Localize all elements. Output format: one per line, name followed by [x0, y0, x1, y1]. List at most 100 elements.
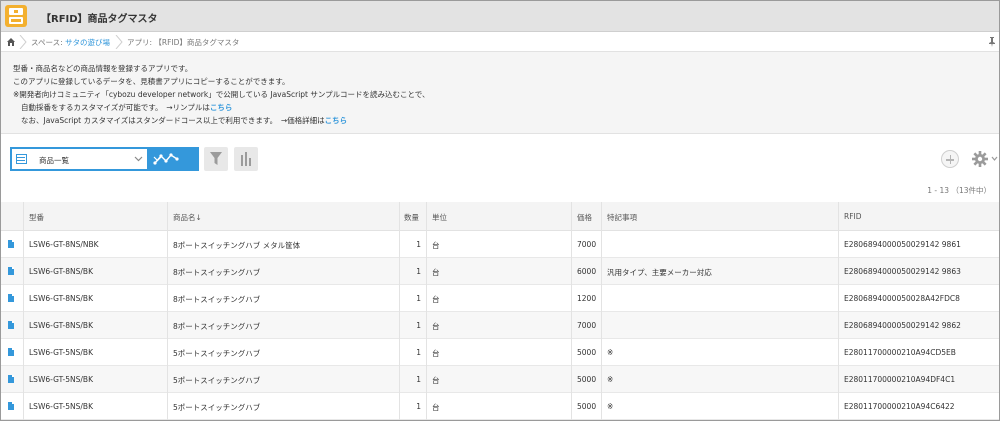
- column-header-price[interactable]: 価格: [577, 212, 592, 223]
- cell-name: 5ポートスイッチングハブ: [173, 403, 261, 412]
- cell-rfid: E28011700000210A94DF4C1: [844, 375, 956, 384]
- cell-name: 8ポートスイッチングハブ: [173, 322, 261, 331]
- record-detail-icon[interactable]: [8, 294, 14, 302]
- funnel-icon: [210, 152, 222, 165]
- settings-button[interactable]: [971, 150, 999, 168]
- cell-unit: 台: [432, 241, 440, 250]
- cell-unit: 台: [432, 295, 440, 304]
- list-icon: [16, 154, 27, 164]
- cell-price: 7000: [577, 321, 597, 330]
- filter-button[interactable]: [204, 147, 228, 171]
- column-header-model[interactable]: 型番: [29, 212, 44, 223]
- table-row[interactable]: LSW6-GT-8NS/BK 8ポートスイッチングハブ 1 台 6000 汎用タイプ、主要…: [1, 258, 999, 285]
- cell-unit: 台: [432, 349, 440, 358]
- cell-model: LSW6-GT-5NS/BK: [29, 375, 93, 384]
- app-window: 【RFID】商品タグマスタ スペース: サタの遊び場 アプリ: 【RFID】商品…: [0, 0, 1000, 421]
- view-selector-label: 商品一覧: [39, 156, 69, 165]
- cell-name: 8ポートスイッチングハブ: [173, 268, 261, 277]
- cell-qty: 1: [416, 267, 421, 276]
- cell-price: 5000: [577, 375, 597, 384]
- breadcrumb-separator-icon: [19, 35, 27, 49]
- cell-name: 5ポートスイッチングハブ: [173, 349, 261, 358]
- cell-model: LSW6-GT-8NS/BK: [29, 267, 93, 276]
- column-header-unit[interactable]: 単位: [432, 212, 447, 223]
- app-title: 【RFID】商品タグマスタ: [41, 14, 158, 25]
- description-text: 自動採番をするカスタマイズが可能です。 →リンプルは: [21, 103, 210, 112]
- gear-icon: [972, 151, 998, 167]
- cell-unit: 台: [432, 403, 440, 412]
- record-detail-icon[interactable]: [8, 321, 14, 329]
- cell-rfid: E2806894000050029142 9863: [844, 267, 961, 276]
- record-detail-icon[interactable]: [8, 375, 14, 383]
- cell-name: 8ポートスイッチングハブ メタル筐体: [173, 241, 301, 250]
- record-count: 1 - 13 （13件中）: [927, 186, 991, 195]
- table-row[interactable]: LSW6-GT-5NS/BK 5ポートスイッチングハブ 1 台 5000 ※ E280117…: [1, 366, 999, 393]
- pricing-link[interactable]: こちら: [325, 116, 348, 125]
- description-line: このアプリに登録しているデータを、見積書アプリにコピーすることができます。: [13, 77, 290, 86]
- record-detail-icon[interactable]: [8, 402, 14, 410]
- record-detail-icon[interactable]: [8, 240, 14, 248]
- description-line: ※開発者向けコミュニティ「cybozu developer network」で公…: [13, 90, 430, 99]
- table-header: 型番 商品名↓ 数量 単位 価格 特記事項 RFID: [1, 202, 999, 231]
- column-header-name[interactable]: 商品名↓: [173, 212, 202, 223]
- cell-rfid: E28011700000210A94CD5EB: [844, 348, 956, 357]
- chart-button[interactable]: [234, 147, 258, 171]
- breadcrumb-space-link[interactable]: サタの遊び場: [65, 38, 110, 47]
- cell-price: 7000: [577, 240, 597, 249]
- cell-qty: 1: [416, 294, 421, 303]
- breadcrumb: スペース: サタの遊び場 アプリ: 【RFID】商品タグマスタ: [1, 32, 999, 52]
- cell-rfid: E2806894000050029142 9862: [844, 321, 961, 330]
- cell-model: LSW6-GT-5NS/BK: [29, 402, 93, 411]
- cell-model: LSW6-GT-8NS/NBK: [29, 240, 99, 249]
- table-row[interactable]: LSW6-GT-5NS/BK 5ポートスイッチングハブ 1 台 5000 ※ E280117…: [1, 393, 999, 420]
- cell-name: 8ポートスイッチングハブ: [173, 295, 261, 304]
- description-line: 型番・商品名などの商品情報を登録するアプリです。: [13, 64, 193, 73]
- description-line: 自動採番をするカスタマイズが可能です。 →リンプルはこちら: [21, 102, 232, 113]
- app-tag-icon: [5, 5, 27, 27]
- cell-model: LSW6-GT-8NS/BK: [29, 321, 93, 330]
- chevron-down-icon: [134, 156, 143, 162]
- cell-notes: ※: [607, 348, 614, 357]
- add-record-button[interactable]: [941, 150, 959, 168]
- title-bar: 【RFID】商品タグマスタ: [1, 1, 999, 32]
- breadcrumb-space[interactable]: スペース: サタの遊び場: [31, 37, 110, 48]
- description-line: なお、JavaScript カスタマイズはスタンダードコース以上で利用できます。…: [21, 115, 347, 126]
- breadcrumb-space-label: スペース:: [31, 38, 66, 47]
- cell-rfid: E2806894000050029142 9861: [844, 240, 961, 249]
- bar-chart-icon: [241, 152, 251, 166]
- breadcrumb-separator-icon: [115, 35, 123, 49]
- cell-qty: 1: [416, 375, 421, 384]
- column-header-notes[interactable]: 特記事項: [607, 212, 637, 223]
- cell-qty: 1: [416, 321, 421, 330]
- graph-view-button[interactable]: [149, 147, 199, 171]
- cell-price: 5000: [577, 402, 597, 411]
- column-header-rfid[interactable]: RFID: [844, 212, 862, 221]
- column-header-qty[interactable]: 数量: [404, 212, 419, 223]
- breadcrumb-app[interactable]: アプリ: 【RFID】商品タグマスタ: [127, 37, 239, 48]
- cell-model: LSW6-GT-5NS/BK: [29, 348, 93, 357]
- cell-price: 1200: [577, 294, 597, 303]
- cell-qty: 1: [416, 348, 421, 357]
- cell-notes: 汎用タイプ、主要メーカー対応: [607, 268, 712, 277]
- table-row[interactable]: LSW6-GT-8NS/NBK 8ポートスイッチングハブ メタル筐体 1 台 7000 E…: [1, 231, 999, 258]
- record-detail-icon[interactable]: [8, 348, 14, 356]
- table-row[interactable]: LSW6-GT-5NS/BK 5ポートスイッチングハブ 1 台 5000 ※ E280117…: [1, 339, 999, 366]
- table-row[interactable]: LSW6-GT-8NS/BK 8ポートスイッチングハブ 1 台 7000 E2806894…: [1, 312, 999, 339]
- record-detail-icon[interactable]: [8, 267, 14, 275]
- app-description: 型番・商品名などの商品情報を登録するアプリです。 このアプリに登録しているデータ…: [1, 52, 999, 134]
- table-row[interactable]: LSW6-GT-8NS/BK 8ポートスイッチングハブ 1 台 1200 E2806894…: [1, 285, 999, 312]
- cell-model: LSW6-GT-8NS/BK: [29, 294, 93, 303]
- cell-rfid: E28011700000210A94C6422: [844, 402, 955, 411]
- pin-icon[interactable]: [989, 37, 995, 47]
- cell-rfid: E2806894000050028A42FDC8: [844, 294, 960, 303]
- chevron-down-icon: [153, 156, 162, 162]
- cell-qty: 1: [416, 402, 421, 411]
- cell-price: 5000: [577, 348, 597, 357]
- cell-price: 6000: [577, 267, 597, 276]
- cell-unit: 台: [432, 376, 440, 385]
- view-selector[interactable]: 商品一覧: [10, 147, 149, 171]
- home-icon[interactable]: [7, 38, 15, 46]
- cell-qty: 1: [416, 240, 421, 249]
- sample-link[interactable]: こちら: [210, 103, 233, 112]
- cell-unit: 台: [432, 322, 440, 331]
